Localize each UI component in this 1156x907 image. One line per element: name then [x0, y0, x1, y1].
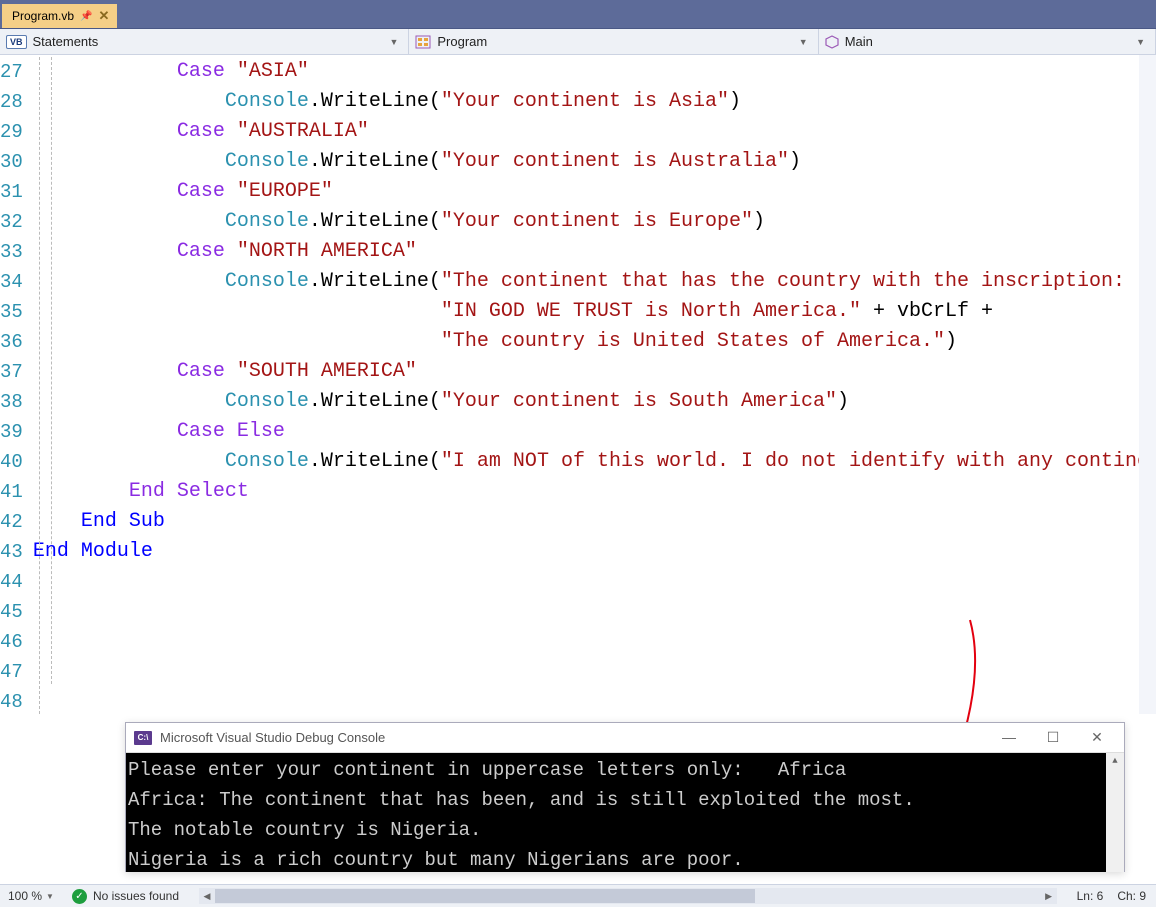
code-content[interactable]: Case "ASIA" Console.WriteLine("Your cont… — [33, 55, 1156, 714]
issues-indicator[interactable]: ✓ No issues found — [62, 889, 189, 904]
line-number: 27 — [0, 57, 23, 87]
console-icon: C:\ — [134, 731, 152, 745]
line-number: 48 — [0, 687, 23, 717]
code-line[interactable]: Console.WriteLine("Your continent is Eur… — [33, 207, 1156, 237]
zoom-dropdown[interactable]: 100 % ▼ — [0, 889, 62, 903]
navigation-bar: VB Statements ▼ Program ▼ Main ▼ — [0, 29, 1156, 55]
check-icon: ✓ — [72, 889, 87, 904]
code-line[interactable]: Console.WriteLine("I am NOT of this worl… — [33, 447, 1156, 477]
minimize-button[interactable]: — — [996, 729, 1022, 746]
scrollbar-thumb[interactable] — [215, 889, 755, 903]
chevron-down-icon: ▼ — [1136, 37, 1149, 47]
line-number: 37 — [0, 357, 23, 387]
scroll-up-icon[interactable]: ▲ — [1106, 753, 1124, 769]
line-number: 38 — [0, 387, 23, 417]
line-number: 36 — [0, 327, 23, 357]
line-number: 45 — [0, 597, 23, 627]
code-line[interactable]: Console.WriteLine("The continent that ha… — [33, 267, 1156, 297]
line-number: 35 — [0, 297, 23, 327]
file-tab[interactable]: Program.vb 📌 ✕ — [2, 4, 117, 28]
scroll-left-icon[interactable]: ◀ — [199, 888, 215, 904]
cursor-position: Ln: 6 Ch: 9 — [1067, 889, 1156, 903]
scope-dropdown[interactable]: VB Statements ▼ — [0, 29, 409, 54]
vb-icon: VB — [6, 35, 27, 49]
line-number: 42 — [0, 507, 23, 537]
code-line[interactable]: Case "SOUTH AMERICA" — [33, 357, 1156, 387]
chevron-down-icon: ▼ — [46, 892, 54, 901]
line-number: 28 — [0, 87, 23, 117]
method-icon — [825, 35, 839, 49]
titlebar: Program.vb 📌 ✕ — [0, 0, 1156, 29]
console-line: The notable country is Nigeria. — [128, 815, 1122, 845]
line-number: 39 — [0, 417, 23, 447]
scroll-right-icon[interactable]: ▶ — [1041, 888, 1057, 904]
program-icon — [415, 35, 431, 49]
method-dropdown[interactable]: Main ▼ — [819, 29, 1156, 54]
code-line[interactable]: Case "EUROPE" — [33, 177, 1156, 207]
code-line[interactable]: Console.WriteLine("Your continent is Sou… — [33, 387, 1156, 417]
code-line[interactable]: Console.WriteLine("Your continent is Aus… — [33, 147, 1156, 177]
column-indicator: Ch: 9 — [1117, 889, 1146, 903]
horizontal-scrollbar[interactable]: ◀ ▶ — [199, 888, 1057, 904]
code-line[interactable]: Console.WriteLine("Your continent is Asi… — [33, 87, 1156, 117]
issues-text: No issues found — [93, 889, 179, 903]
line-number-gutter: 2728293031323334353637383940414243444546… — [0, 55, 33, 714]
status-bar: 100 % ▼ ✓ No issues found ◀ ▶ Ln: 6 Ch: … — [0, 884, 1156, 907]
code-line[interactable]: "The country is United States of America… — [33, 327, 1156, 357]
scope-label: Statements — [33, 34, 99, 49]
class-dropdown[interactable]: Program ▼ — [409, 29, 818, 54]
line-number: 44 — [0, 567, 23, 597]
line-number: 40 — [0, 447, 23, 477]
console-title-text: Microsoft Visual Studio Debug Console — [160, 730, 385, 745]
close-button[interactable]: ✕ — [1084, 729, 1110, 746]
code-line[interactable]: End Module — [33, 537, 1156, 567]
line-number: 46 — [0, 627, 23, 657]
console-line: Please enter your continent in uppercase… — [128, 755, 1122, 785]
line-number: 32 — [0, 207, 23, 237]
code-line[interactable]: End Select — [33, 477, 1156, 507]
chevron-down-icon: ▼ — [799, 37, 812, 47]
code-line[interactable]: Case Else — [33, 417, 1156, 447]
console-output[interactable]: Please enter your continent in uppercase… — [126, 753, 1124, 872]
line-number: 34 — [0, 267, 23, 297]
console-scrollbar[interactable]: ▲ — [1106, 753, 1124, 872]
code-line[interactable]: Case "AUSTRALIA" — [33, 117, 1156, 147]
console-line: Nigeria is a rich country but many Niger… — [128, 845, 1122, 872]
line-number: 47 — [0, 657, 23, 687]
method-label: Main — [845, 34, 873, 49]
line-number: 29 — [0, 117, 23, 147]
editor-vertical-scrollbar[interactable] — [1139, 55, 1156, 714]
code-editor[interactable]: 2728293031323334353637383940414243444546… — [0, 55, 1156, 714]
maximize-button[interactable]: ☐ — [1040, 729, 1066, 746]
code-line[interactable]: Case "ASIA" — [33, 57, 1156, 87]
tab-filename: Program.vb — [12, 9, 74, 23]
chevron-down-icon: ▼ — [389, 37, 402, 47]
code-line[interactable]: "IN GOD WE TRUST is North America." + vb… — [33, 297, 1156, 327]
line-indicator: Ln: 6 — [1077, 889, 1104, 903]
class-label: Program — [437, 34, 487, 49]
pin-icon[interactable]: 📌 — [80, 11, 92, 22]
code-line[interactable]: End Sub — [33, 507, 1156, 537]
code-line[interactable]: Case "NORTH AMERICA" — [33, 237, 1156, 267]
zoom-value: 100 % — [8, 889, 42, 903]
line-number: 43 — [0, 537, 23, 567]
line-number: 41 — [0, 477, 23, 507]
line-number: 31 — [0, 177, 23, 207]
line-number: 30 — [0, 147, 23, 177]
console-titlebar[interactable]: C:\ Microsoft Visual Studio Debug Consol… — [126, 723, 1124, 753]
debug-console-window: C:\ Microsoft Visual Studio Debug Consol… — [125, 722, 1125, 872]
close-tab-icon[interactable]: ✕ — [98, 8, 109, 24]
console-line: Africa: The continent that has been, and… — [128, 785, 1122, 815]
line-number: 33 — [0, 237, 23, 267]
